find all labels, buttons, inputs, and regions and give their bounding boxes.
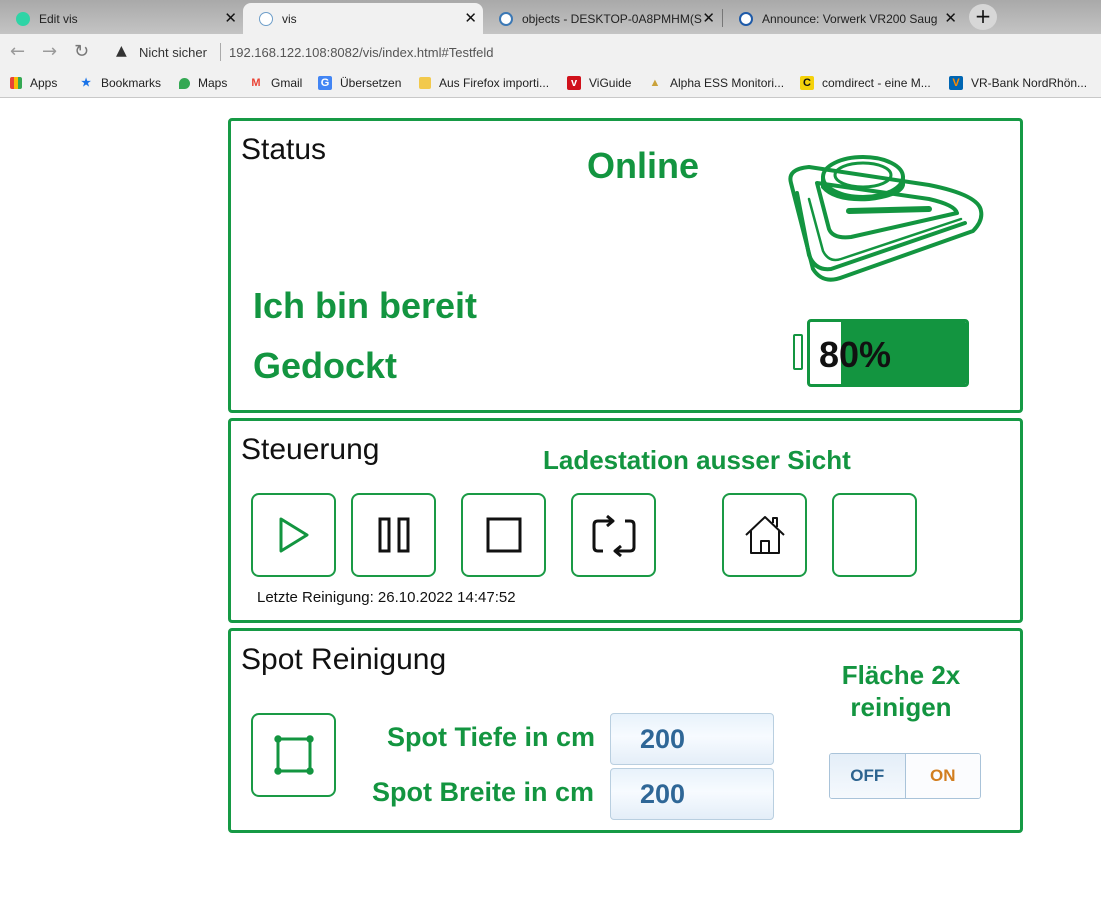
folder-icon bbox=[419, 77, 431, 89]
bookmark-label: Übersetzen bbox=[340, 76, 402, 90]
tab-vis[interactable]: vis ✕ bbox=[243, 3, 483, 34]
close-tab-icon[interactable]: ✕ bbox=[464, 11, 477, 26]
bookmark-vr-bank[interactable]: V VR-Bank NordRhön... bbox=[949, 76, 1087, 90]
alpha-ess-icon: ▲ bbox=[649, 77, 661, 89]
spot-depth-label: Spot Tiefe in cm bbox=[387, 722, 596, 752]
bookmark-bookmarks[interactable]: ★ Bookmarks bbox=[79, 76, 161, 90]
double-clean-label: Fläche 2x reinigen bbox=[841, 660, 961, 722]
comdirect-icon: C bbox=[800, 76, 814, 90]
spot-title: Spot Reinigung bbox=[241, 643, 447, 676]
battery-terminal bbox=[793, 334, 803, 370]
iobroker-objects-icon bbox=[499, 11, 513, 26]
bookmark-gmail[interactable]: M Gmail bbox=[249, 76, 302, 90]
security-label[interactable]: Nicht sicher bbox=[139, 45, 207, 60]
cycle-arrows-icon bbox=[592, 514, 635, 558]
bookmark-firefox-folder[interactable]: Aus Firefox importi... bbox=[419, 76, 549, 90]
double-clean-toggle[interactable]: OFF ON bbox=[829, 753, 981, 799]
bookmark-label: Aus Firefox importi... bbox=[439, 76, 550, 90]
spot-depth-input[interactable]: 200 bbox=[610, 713, 774, 765]
bookmark-label: ViGuide bbox=[589, 76, 632, 90]
control-title: Steuerung bbox=[241, 433, 380, 466]
bookmark-label: comdirect - eine M... bbox=[822, 76, 931, 90]
bookmarks-bar: Apps ★ Bookmarks Maps M Gmail G Übersetz… bbox=[0, 70, 1101, 98]
close-tab-icon[interactable]: ✕ bbox=[224, 11, 237, 26]
bookmark-label: VR-Bank NordRhön... bbox=[971, 76, 1088, 90]
bookmark-label: Apps bbox=[30, 76, 58, 90]
tab-edit-vis[interactable]: Edit vis ✕ bbox=[0, 3, 243, 34]
pause-icon bbox=[378, 517, 409, 553]
vr-bank-icon: V bbox=[949, 76, 963, 90]
tab-title: objects - DESKTOP-0A8PMHM(S bbox=[522, 11, 702, 26]
tab-title: Announce: Vorwerk VR200 Saug bbox=[762, 11, 938, 26]
spot-area-icon bbox=[273, 735, 314, 775]
bookmark-label: Maps bbox=[198, 76, 228, 90]
dock-status: Gedockt bbox=[253, 345, 398, 386]
bookmark-comdirect[interactable]: C comdirect - eine M... bbox=[800, 76, 931, 90]
close-tab-icon[interactable]: ✕ bbox=[944, 11, 957, 26]
battery-indicator: 80% bbox=[807, 319, 969, 387]
forum-icon bbox=[739, 11, 753, 26]
reload-icon[interactable]: ↻ bbox=[74, 42, 89, 62]
empty-action-button[interactable] bbox=[832, 493, 917, 577]
spot-panel: Spot Reinigung Spot Tiefe in cm 200 Spot… bbox=[228, 628, 1023, 833]
new-tab-button[interactable]: + bbox=[969, 4, 997, 30]
apps-grid-icon bbox=[10, 77, 22, 89]
bookmark-label: Bookmarks bbox=[101, 76, 162, 90]
spot-width-label: Spot Breite in cm bbox=[372, 777, 595, 807]
gmail-icon: M bbox=[251, 77, 261, 89]
bookmark-label: Gmail bbox=[271, 76, 303, 90]
control-panel: Steuerung Ladestation ausser Sicht Letzt… bbox=[228, 418, 1023, 623]
browser-tab-bar: Edit vis ✕ vis ✕ objects - DESKTOP-0A8PM… bbox=[0, 0, 1101, 34]
status-panel: Status Online Ich bin bereit Gedockt 80% bbox=[228, 118, 1023, 413]
pause-button[interactable] bbox=[351, 493, 436, 577]
back-arrow-icon[interactable]: ← bbox=[10, 42, 25, 62]
robot-vacuum-icon bbox=[788, 155, 984, 282]
bookmark-viguide[interactable]: v ViGuide bbox=[567, 76, 631, 90]
toggle-on-option[interactable]: ON bbox=[905, 754, 980, 798]
online-status: Online bbox=[587, 145, 700, 186]
vis-icon bbox=[259, 11, 273, 26]
resume-cycle-button[interactable] bbox=[571, 493, 656, 577]
start-button[interactable] bbox=[251, 493, 336, 577]
spot-clean-button[interactable] bbox=[251, 713, 336, 797]
warning-icon[interactable]: ▲ bbox=[116, 43, 127, 59]
home-icon bbox=[744, 516, 785, 554]
url-divider bbox=[220, 43, 221, 61]
bookmark-alpha-ess[interactable]: ▲ Alpha ESS Monitori... bbox=[648, 76, 785, 90]
stop-button[interactable] bbox=[461, 493, 546, 577]
bookmark-maps[interactable]: Maps bbox=[179, 76, 227, 90]
toggle-off-option[interactable]: OFF bbox=[830, 754, 906, 798]
dock-notice: Ladestation ausser Sicht bbox=[543, 445, 851, 475]
address-bar[interactable]: 192.168.122.108:8082/vis/index.html#Test… bbox=[229, 45, 494, 60]
robot-message: Ich bin bereit bbox=[253, 285, 478, 326]
close-tab-icon[interactable]: ✕ bbox=[702, 11, 715, 26]
tab-title: vis bbox=[282, 11, 297, 26]
play-icon bbox=[279, 517, 308, 553]
translate-icon: G bbox=[318, 76, 332, 90]
maps-pin-icon bbox=[179, 77, 190, 89]
forward-arrow-icon[interactable]: → bbox=[42, 42, 57, 62]
tab-announce[interactable]: Announce: Vorwerk VR200 Saug ✕ bbox=[723, 3, 963, 34]
return-home-button[interactable] bbox=[722, 493, 807, 577]
stop-icon bbox=[486, 517, 521, 553]
bookmark-label: Alpha ESS Monitori... bbox=[670, 76, 785, 90]
bookmark-apps[interactable]: Apps bbox=[10, 76, 57, 90]
tab-objects[interactable]: objects - DESKTOP-0A8PMHM(S ✕ bbox=[483, 3, 721, 34]
last-clean-info: Letzte Reinigung: 26.10.2022 14:47:52 bbox=[257, 589, 516, 606]
iobroker-edit-icon bbox=[16, 11, 30, 26]
bookmark-translate[interactable]: G Übersetzen bbox=[318, 76, 401, 90]
spot-width-input[interactable]: 200 bbox=[610, 768, 774, 820]
viguide-icon: v bbox=[567, 76, 581, 90]
status-title: Status bbox=[241, 133, 327, 166]
star-icon: ★ bbox=[81, 77, 91, 89]
browser-toolbar: ← → ↻ ▲ Nicht sicher 192.168.122.108:808… bbox=[0, 34, 1101, 70]
tab-title: Edit vis bbox=[39, 11, 78, 26]
battery-percent-label: 80% bbox=[819, 334, 892, 375]
